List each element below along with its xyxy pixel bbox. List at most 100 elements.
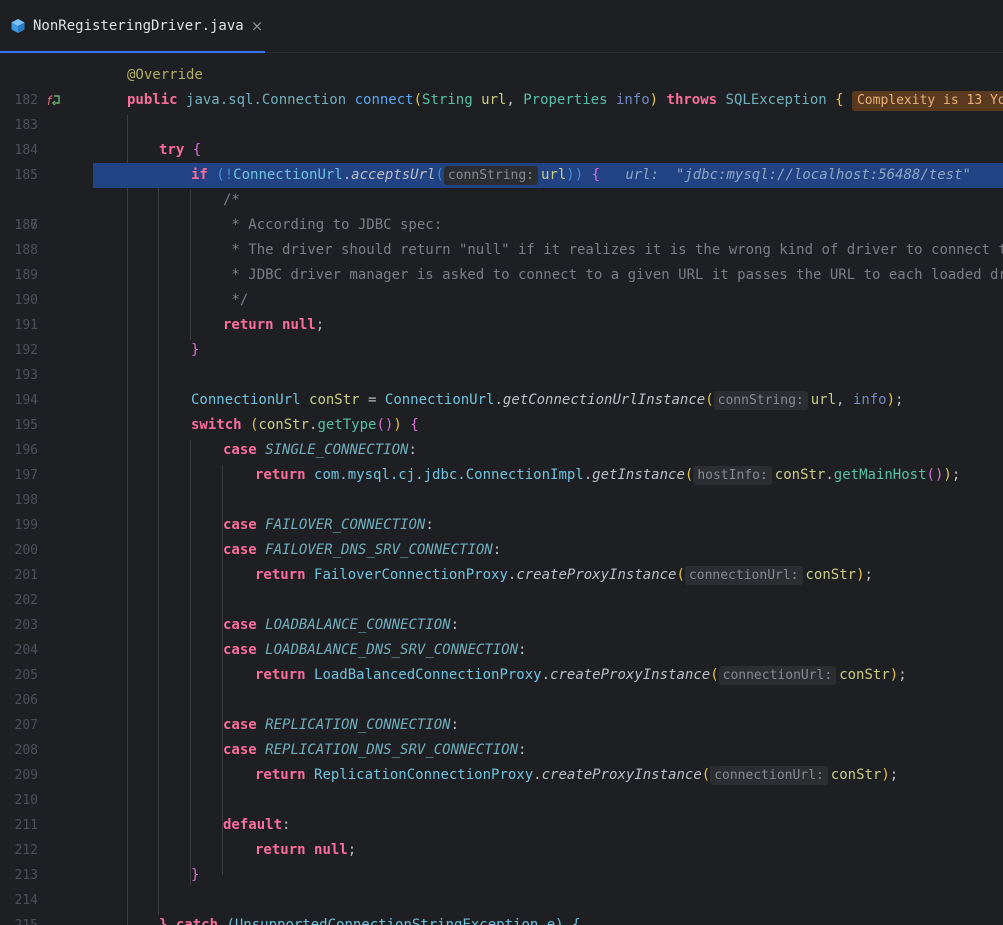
argument: info: [852, 392, 887, 408]
param-hint: hostInfo:: [693, 466, 772, 485]
param-hint: connectionUrl:: [710, 766, 828, 785]
inline-debug-value[interactable]: "jdbc:mysql://localhost:56488/test": [676, 167, 971, 183]
code-line: 183 f public java.sql.Connection connect…: [0, 88, 1003, 133]
parameter: url: [481, 92, 507, 108]
keyword: return: [255, 667, 315, 683]
method-name: connect: [354, 92, 414, 108]
code-line: 197 case SINGLE_CONNECTION:: [0, 438, 1003, 483]
enum-constant: FAILOVER_DNS_SRV_CONNECTION: [265, 542, 493, 558]
param-hint: connectionUrl:: [718, 666, 837, 685]
param-hint: connString:: [713, 391, 808, 410]
keyword: return: [255, 767, 315, 783]
type-name: LoadBalancedConnectionProxy: [314, 667, 542, 683]
code-line-current: 186 if (!ConnectionUrl.acceptsUrl(connSt…: [0, 163, 1003, 233]
code-line: 187 /*: [0, 188, 1003, 233]
variable: conStr: [830, 767, 882, 783]
complexity-warning-badge[interactable]: Complexity is 13 You mus: [851, 91, 1003, 111]
code-line: 190 * JDBC driver manager is asked to co…: [0, 263, 1003, 308]
type-name: FailoverConnectionProxy: [314, 567, 508, 583]
type-name: SQLException: [725, 92, 836, 108]
enum-constant: REPLICATION_CONNECTION: [265, 717, 451, 733]
enum-constant: LOADBALANCE_CONNECTION: [265, 617, 451, 633]
param-hint: connectionUrl:: [684, 566, 803, 585]
param-hint: connString:: [443, 166, 538, 185]
code-line: 207: [0, 688, 1003, 733]
method-name: getMainHost: [833, 467, 927, 483]
keyword: case: [223, 442, 266, 458]
keyword: case: [223, 617, 266, 633]
code-line: 212 default:: [0, 813, 1003, 858]
tab-nonregisteringdriver[interactable]: NonRegisteringDriver.java ×: [0, 0, 265, 53]
type-name: ConnectionUrl: [233, 167, 343, 183]
code-line: 195 ConnectionUrl conStr = ConnectionUrl…: [0, 388, 1003, 433]
comment: * The driver should return "null" if it …: [223, 242, 1003, 258]
code-line: 205 case LOADBALANCE_DNS_SRV_CONNECTION:: [0, 638, 1003, 683]
keyword: return: [255, 567, 315, 583]
code-line: 196 switch (conStr.getType()) {: [0, 413, 1003, 458]
keyword: default: [223, 817, 283, 833]
enum-constant: REPLICATION_DNS_SRV_CONNECTION: [265, 742, 519, 758]
keyword: case: [223, 717, 266, 733]
type-name: (UnsupportedConnectionStringException e)…: [226, 917, 581, 925]
recursive-call-icon[interactable]: f: [46, 92, 62, 108]
type-name: com.mysql.cj.jdbc.ConnectionImpl: [314, 467, 584, 483]
method-name: getConnectionUrlInstance: [502, 392, 706, 408]
keyword: try: [159, 142, 193, 158]
code-line: 208 case REPLICATION_CONNECTION:: [0, 713, 1003, 758]
code-line: 201 case FAILOVER_DNS_SRV_CONNECTION:: [0, 538, 1003, 583]
enum-constant: LOADBALANCE_DNS_SRV_CONNECTION: [265, 642, 519, 658]
method-name: createProxyInstance: [550, 667, 711, 683]
argument: url: [541, 167, 567, 183]
keyword: case: [223, 542, 266, 558]
code-line: 189 * The driver should return "null" if…: [0, 238, 1003, 283]
enum-constant: FAILOVER_CONNECTION: [265, 517, 426, 533]
comment: /*: [223, 192, 240, 208]
code-line: 200 case FAILOVER_CONNECTION:: [0, 513, 1003, 558]
keyword: case: [223, 742, 266, 758]
method-name: getInstance: [592, 467, 685, 483]
code-line: 185 try {: [0, 138, 1003, 183]
variable: conStr: [805, 567, 857, 583]
method-name: getType: [317, 417, 377, 433]
comment: * JDBC driver manager is asked to connec…: [223, 267, 1003, 283]
type-name: java.sql.Connection: [186, 92, 355, 108]
type-name: ReplicationConnectionProxy: [314, 767, 534, 783]
editor-tab-bar: NonRegisteringDriver.java ×: [0, 0, 1003, 53]
type-name: String: [422, 92, 482, 108]
tab-label: NonRegisteringDriver.java: [33, 17, 244, 34]
keyword: null: [314, 842, 348, 858]
keyword: throws: [666, 92, 726, 108]
variable: conStr: [309, 392, 360, 408]
comment: */: [223, 292, 249, 308]
punctuation: (!: [216, 167, 234, 183]
code-line: 182 @Override: [0, 63, 1003, 108]
type-name: ConnectionUrl: [191, 392, 310, 408]
keyword: if: [191, 167, 217, 183]
code-line: 184: [0, 113, 1003, 158]
keyword: case: [223, 642, 266, 658]
keyword: case: [223, 517, 266, 533]
code-line: 192 return null;: [0, 313, 1003, 358]
keyword: return: [255, 467, 315, 483]
code-line: 202 return FailoverConnectionProxy.creat…: [0, 563, 1003, 608]
code-line: 203: [0, 588, 1003, 633]
type-name: ConnectionUrl: [384, 392, 495, 408]
keyword: public: [127, 92, 187, 108]
inline-debug-key: url:: [625, 167, 668, 183]
code-line: 191 */: [0, 288, 1003, 333]
code-line: 199: [0, 488, 1003, 533]
close-icon[interactable]: ×: [251, 17, 264, 35]
svg-text:f: f: [47, 94, 53, 108]
type-name: Properties: [523, 92, 616, 108]
comment: * According to JDBC spec:: [223, 217, 443, 233]
method-name: createProxyInstance: [516, 567, 677, 583]
code-line: 194: [0, 363, 1003, 408]
code-line: 188 * According to JDBC spec:: [0, 213, 1003, 258]
code-editor[interactable]: 182 @Override 183 f public java.sql.Conn…: [0, 53, 1003, 925]
code-line: 214 }: [0, 863, 1003, 908]
keyword: switch: [191, 417, 251, 433]
keyword: return: [223, 317, 283, 333]
variable: conStr: [258, 417, 310, 433]
java-file-icon: [11, 18, 25, 33]
keyword: return: [255, 842, 315, 858]
